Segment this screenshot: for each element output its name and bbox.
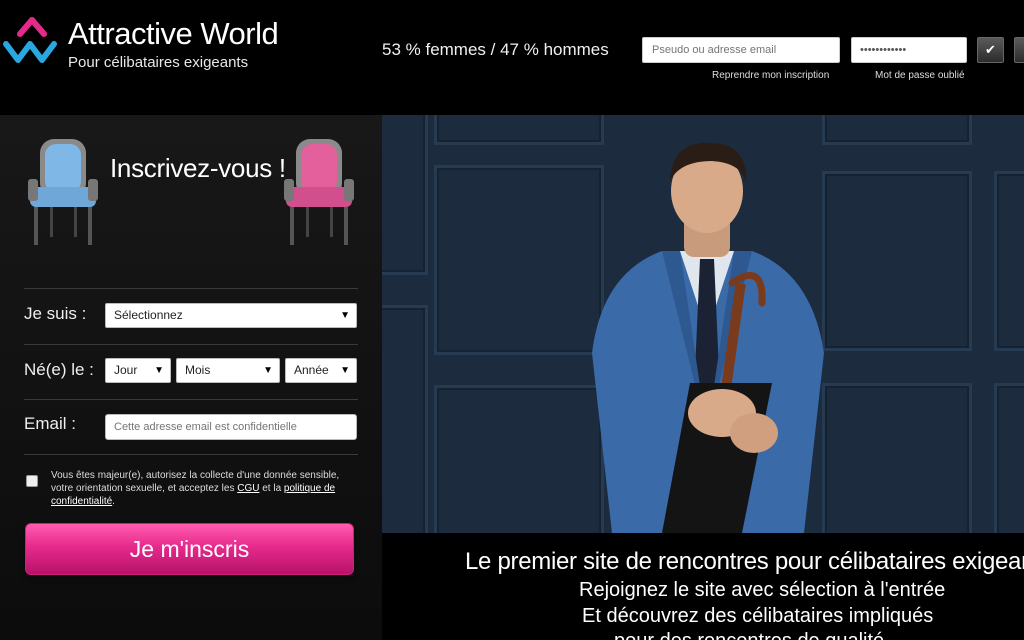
- consent-text: Vous êtes majeur(e), autorisez la collec…: [51, 469, 361, 508]
- dropdown-arrow-icon: ▼: [154, 365, 164, 376]
- signup-panel: Inscrivez-vous ! Je suis : Sélectionnez …: [0, 115, 382, 640]
- signup-submit-button[interactable]: Je m'inscris: [25, 523, 354, 575]
- wall-panel: [822, 383, 972, 533]
- man-with-umbrella-figure: [592, 142, 824, 533]
- birth-month-value: Mois: [185, 363, 211, 377]
- login-secondary-button[interactable]: [1014, 37, 1024, 63]
- hero-subline-3: pour des rencontres de qualité: [614, 630, 884, 640]
- login-submit-button[interactable]: ✔: [977, 37, 1004, 63]
- dropdown-arrow-icon: ▼: [340, 310, 350, 321]
- birth-day-select[interactable]: Jour ▼: [105, 358, 171, 383]
- resume-signup-link[interactable]: Reprendre mon inscription: [712, 70, 829, 81]
- hero-subline-2: Et découvrez des célibataires impliqués: [582, 605, 934, 627]
- wall-panel: [994, 383, 1024, 533]
- blue-armchair-image: [28, 139, 98, 245]
- email-label: Email :: [24, 414, 76, 433]
- divider: [24, 454, 358, 455]
- cgu-link[interactable]: CGU: [237, 483, 259, 494]
- wall-panel: [382, 305, 428, 533]
- divider: [24, 288, 358, 289]
- signup-title: Inscrivez-vous !: [110, 153, 286, 183]
- hero-subline-1: Rejoignez le site avec sélection à l'ent…: [579, 579, 946, 601]
- birth-month-select[interactable]: Mois ▼: [176, 358, 280, 383]
- hero-headline: Le premier site de rencontres pour célib…: [465, 548, 1024, 575]
- gender-select-value: Sélectionnez: [114, 308, 183, 322]
- consent-text-end: .: [112, 496, 115, 507]
- brand-tagline: Pour célibataires exigeants: [68, 54, 249, 71]
- wall-panel: [382, 115, 428, 275]
- birth-day-value: Jour: [114, 363, 138, 377]
- wall-panel: [822, 115, 972, 145]
- gender-ratio: 53 % femmes / 47 % hommes: [382, 40, 609, 59]
- site-header: Attractive World Pour célibataires exige…: [0, 0, 1024, 115]
- brand-name[interactable]: Attractive World: [68, 16, 279, 52]
- gender-select[interactable]: Sélectionnez ▼: [105, 303, 357, 328]
- wall-panel: [994, 171, 1024, 351]
- login-username-input[interactable]: [642, 37, 840, 63]
- checkmark-icon: ✔: [985, 42, 996, 57]
- divider: [24, 399, 358, 400]
- login-password-input[interactable]: [851, 37, 967, 63]
- birthdate-label: Né(e) le :: [24, 360, 94, 379]
- birth-year-select[interactable]: Année ▼: [285, 358, 357, 383]
- email-input[interactable]: [105, 414, 357, 440]
- wall-panel: [822, 171, 972, 351]
- forgot-password-link[interactable]: Mot de passe oublié: [875, 70, 965, 81]
- dropdown-arrow-icon: ▼: [340, 365, 350, 376]
- birth-year-value: Année: [294, 363, 329, 377]
- consent-checkbox[interactable]: [26, 475, 38, 487]
- dropdown-arrow-icon: ▼: [263, 365, 273, 376]
- attractive-world-logo[interactable]: [2, 14, 62, 70]
- pink-armchair-image: [284, 139, 354, 245]
- consent-text-part2: et la: [259, 483, 284, 494]
- gender-label: Je suis :: [24, 304, 87, 323]
- hero-image: [382, 115, 1024, 533]
- divider: [24, 344, 358, 345]
